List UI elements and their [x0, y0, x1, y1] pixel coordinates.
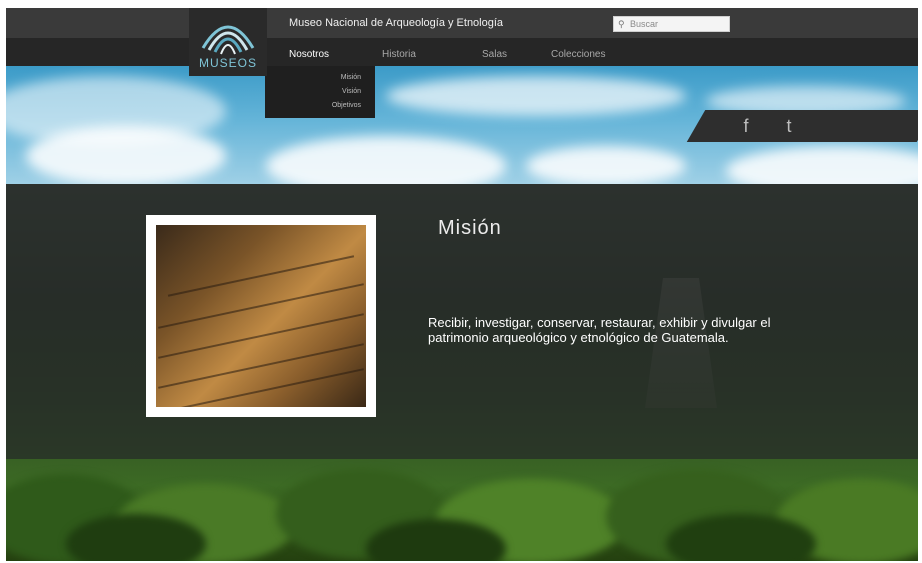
nav-item-salas[interactable]: Salas: [482, 49, 507, 60]
mission-photo-frame: [146, 215, 376, 417]
mission-text: Recibir, investigar, conservar, restaura…: [428, 315, 771, 345]
mission-photo: [156, 225, 366, 407]
nav-item-colecciones[interactable]: Colecciones: [551, 49, 605, 60]
dropdown-item-vision[interactable]: Visión: [342, 88, 361, 95]
logo-text: MUSEOS: [198, 56, 257, 70]
site-title: Museo Nacional de Arqueología y Etnologí…: [289, 17, 504, 29]
search-box[interactable]: ⚲: [613, 16, 730, 32]
twitter-icon[interactable]: t: [774, 112, 804, 140]
nav-item-nosotros[interactable]: Nosotros: [289, 49, 329, 60]
page-frame: MUSEOS Museo Nacional de Arqueología y E…: [6, 8, 918, 561]
nav-bar: [6, 38, 918, 66]
nav-dropdown: Misión Visión Objetivos: [265, 66, 375, 118]
search-icon: ⚲: [618, 19, 625, 29]
mission-title: Misión: [438, 217, 502, 239]
museum-logo-icon: [201, 25, 255, 55]
nav-item-historia[interactable]: Historia: [382, 49, 416, 60]
museum-logo[interactable]: MUSEOS: [189, 8, 267, 76]
facebook-icon[interactable]: f: [731, 112, 761, 140]
dropdown-item-objetivos[interactable]: Objetivos: [332, 102, 361, 109]
search-input[interactable]: [630, 18, 726, 30]
dropdown-item-mision[interactable]: Misión: [341, 74, 361, 81]
